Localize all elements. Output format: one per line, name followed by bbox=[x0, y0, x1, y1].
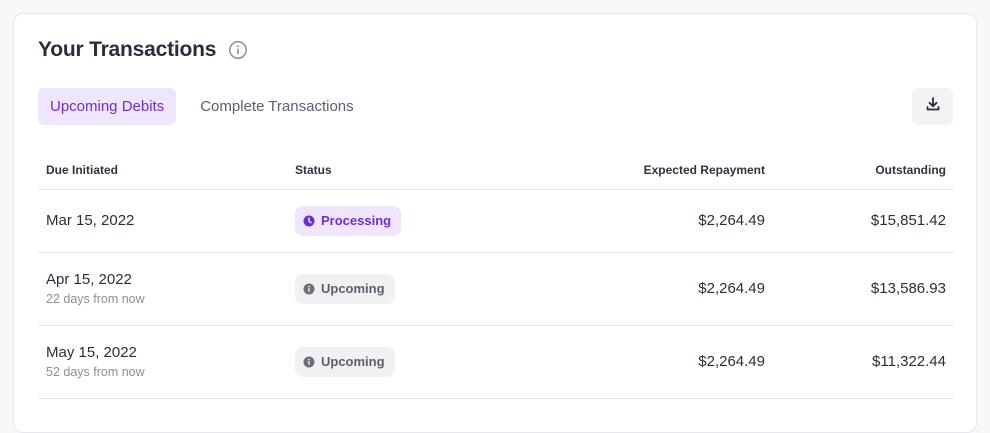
status-cell: Upcoming bbox=[287, 325, 487, 399]
status-badge: Upcoming bbox=[295, 273, 395, 304]
expected-repayment-cell: $2,264.49 bbox=[487, 189, 773, 253]
expected-repayment-cell: $2,264.49 bbox=[487, 252, 773, 326]
outstanding-cell: $13,586.93 bbox=[773, 252, 954, 326]
expected-repayment-cell: $2,264.49 bbox=[487, 325, 773, 399]
due-relative-time: 52 days from now bbox=[46, 365, 145, 379]
due-date: May 15, 2022 bbox=[46, 344, 137, 361]
table-row[interactable]: Mar 15, 2022 Processing $2,264.49 $15,85… bbox=[38, 189, 954, 253]
column-header-status: Status bbox=[287, 151, 487, 190]
status-badge: Upcoming bbox=[295, 346, 395, 377]
column-header-expected-repayment: Expected Repayment bbox=[487, 151, 773, 190]
due-date-cell: May 15, 2022 52 days from now bbox=[38, 325, 287, 399]
status-cell: Upcoming bbox=[287, 252, 487, 326]
table-header-row: Due Initiated Status Expected Repayment … bbox=[38, 151, 954, 190]
outstanding-cell: $15,851.42 bbox=[773, 189, 954, 253]
tab-upcoming-debits[interactable]: Upcoming Debits bbox=[38, 88, 177, 125]
status-label: Upcoming bbox=[321, 354, 385, 369]
tab-complete-transactions[interactable]: Complete Transactions bbox=[188, 88, 365, 125]
info-icon[interactable] bbox=[228, 40, 248, 60]
due-date-cell: Mar 15, 2022 bbox=[38, 189, 287, 253]
info-icon bbox=[303, 283, 315, 295]
column-header-due-initiated: Due Initiated bbox=[38, 151, 287, 190]
card-header: Your Transactions bbox=[38, 38, 248, 62]
outstanding-cell: $11,322.44 bbox=[773, 325, 954, 399]
status-label: Upcoming bbox=[321, 281, 385, 296]
page-title: Your Transactions bbox=[38, 38, 217, 61]
table-row[interactable]: May 15, 2022 52 days from now Upcoming $… bbox=[38, 325, 954, 399]
due-date-cell: Apr 15, 2022 22 days from now bbox=[38, 252, 287, 326]
info-icon bbox=[303, 356, 315, 368]
due-relative-time: 22 days from now bbox=[46, 292, 145, 306]
due-date: Mar 15, 2022 bbox=[46, 212, 135, 229]
table-row[interactable]: Apr 15, 2022 22 days from now Upcoming $… bbox=[38, 252, 954, 326]
column-header-outstanding: Outstanding bbox=[773, 151, 954, 190]
transactions-card: Your Transactions Upcoming Debits Comple… bbox=[13, 13, 977, 433]
status-label: Processing bbox=[321, 213, 392, 228]
transactions-table: Due Initiated Status Expected Repayment … bbox=[38, 151, 954, 399]
due-date: Apr 15, 2022 bbox=[46, 271, 132, 288]
status-cell: Processing bbox=[287, 189, 487, 253]
clock-icon bbox=[303, 215, 315, 227]
status-badge: Processing bbox=[295, 205, 402, 236]
download-icon bbox=[925, 96, 941, 117]
download-button[interactable] bbox=[912, 88, 953, 125]
tab-bar: Upcoming Debits Complete Transactions bbox=[38, 88, 378, 125]
